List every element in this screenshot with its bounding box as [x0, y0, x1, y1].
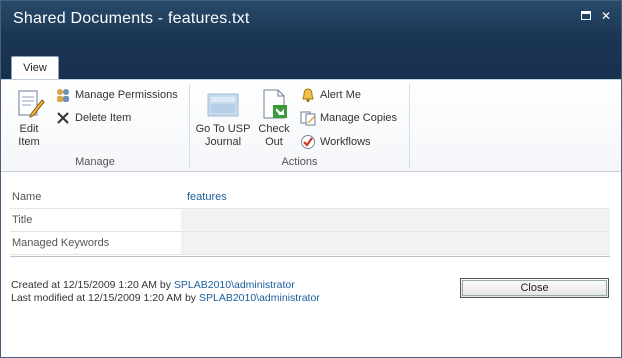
property-value — [181, 232, 610, 254]
manage-group-label: Manage — [75, 156, 115, 168]
actions-group-label: Actions — [281, 156, 318, 168]
bell-icon — [302, 88, 314, 103]
property-label: Managed Keywords — [12, 237, 110, 249]
manage-copies-label: Manage Copies — [320, 112, 398, 124]
created-info: Created at 12/15/2009 1:20 AM by SPLAB20… — [11, 279, 320, 292]
edit-item-label-line1: Edit — [19, 123, 39, 135]
ribbon: Edit Item Manage Permissions Delete Item… — [1, 79, 621, 172]
maximize-icon — [581, 11, 591, 20]
check-out-button[interactable]: Check Out — [256, 88, 292, 149]
manage-permissions-label: Manage Permissions — [75, 89, 178, 101]
check-out-icon — [263, 89, 287, 119]
property-row-title: Title — [10, 209, 610, 232]
go-to-usp-label-line2: Journal — [204, 136, 242, 148]
go-to-usp-journal-button[interactable]: Go To USP Journal — [194, 88, 252, 149]
check-out-label-line2: Out — [265, 136, 283, 148]
delete-item-button[interactable]: Delete Item — [55, 109, 131, 127]
close-window-button[interactable]: ✕ — [599, 9, 613, 23]
maximize-button[interactable] — [579, 9, 593, 23]
delete-item-label: Delete Item — [75, 112, 132, 124]
group-divider — [409, 84, 410, 168]
permissions-icon — [57, 89, 69, 102]
manage-permissions-button[interactable]: Manage Permissions — [55, 86, 178, 104]
modified-info: Last modified at 12/15/2009 1:20 AM by S… — [11, 292, 320, 305]
item-properties-dialog: Shared Documents - features.txt ✕ View E… — [0, 0, 622, 358]
created-text: Created at 12/15/2009 1:20 AM by — [11, 279, 174, 291]
modified-text: Last modified at 12/15/2009 1:20 AM by — [11, 292, 199, 304]
dialog-title-bar: Shared Documents - features.txt ✕ View — [1, 1, 621, 80]
journal-icon — [207, 93, 239, 117]
alert-me-button[interactable]: Alert Me — [300, 86, 361, 104]
manage-copies-button[interactable]: Manage Copies — [300, 109, 397, 127]
property-value — [181, 209, 610, 231]
properties-table: Name features Title Managed Keywords — [10, 186, 610, 255]
manage-copies-icon — [300, 111, 316, 126]
property-label: Title — [12, 214, 33, 226]
close-icon: ✕ — [600, 9, 612, 23]
property-row-name: Name features — [10, 186, 610, 209]
workflows-icon — [301, 135, 315, 149]
close-button[interactable]: Close — [460, 278, 609, 298]
version-info: Created at 12/15/2009 1:20 AM by SPLAB20… — [11, 279, 320, 305]
edit-document-icon — [18, 90, 45, 118]
property-label: Name — [12, 191, 42, 203]
modified-by-link[interactable]: SPLAB2010\administrator — [199, 292, 320, 304]
created-by-link[interactable]: SPLAB2010\administrator — [174, 279, 295, 291]
tab-view[interactable]: View — [11, 56, 59, 80]
edit-item-label-line2: Item — [18, 136, 40, 148]
divider — [10, 256, 610, 257]
edit-item-button[interactable]: Edit Item — [9, 88, 49, 149]
check-out-label-line1: Check — [258, 123, 290, 135]
workflows-label: Workflows — [320, 136, 371, 148]
dialog-title: Shared Documents - features.txt — [13, 10, 250, 27]
property-value-link[interactable]: features — [181, 186, 610, 208]
go-to-usp-label-line1: Go To USP — [195, 123, 251, 135]
delete-x-icon — [57, 112, 69, 124]
alert-me-label: Alert Me — [320, 89, 361, 101]
property-row-managed-keywords: Managed Keywords — [10, 232, 610, 255]
workflows-button[interactable]: Workflows — [300, 133, 371, 151]
